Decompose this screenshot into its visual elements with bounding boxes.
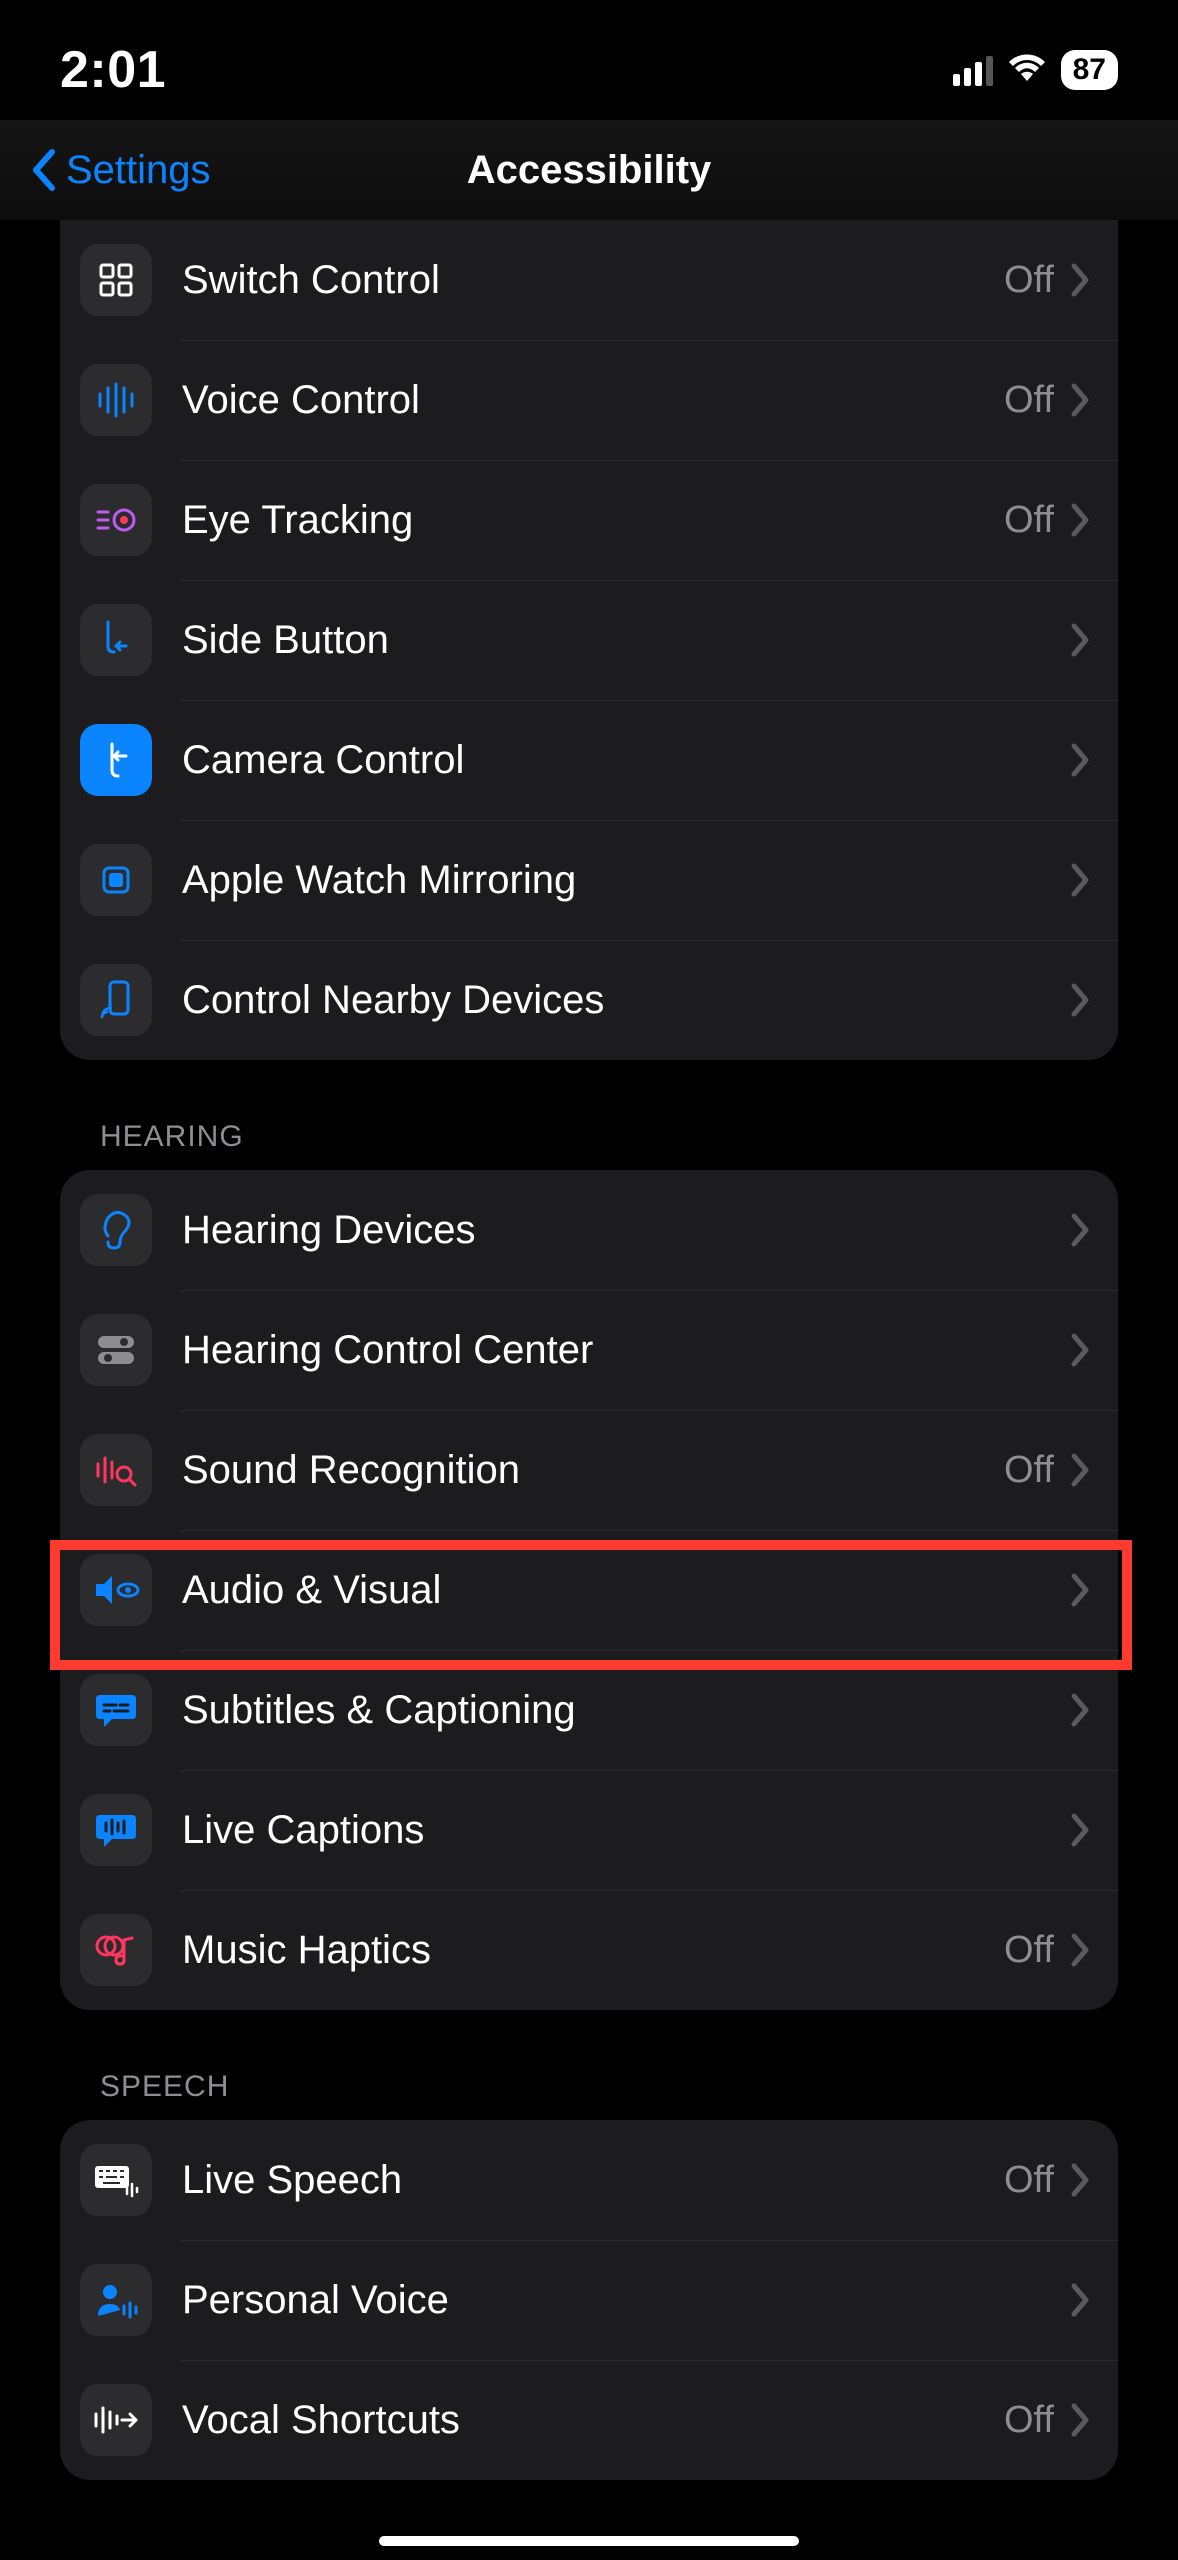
row-label: Control Nearby Devices [182,978,1068,1023]
sound-recognition-icon [80,1434,152,1506]
side-button-icon [80,604,152,676]
row-label: Subtitles & Captioning [182,1688,1068,1733]
live-captions-icon [80,1794,152,1866]
row-label: Camera Control [182,738,1068,783]
hearing-devices-icon [80,1194,152,1266]
battery-indicator: 87 [1061,50,1118,90]
control-nearby-icon [80,964,152,1036]
row-label: Apple Watch Mirroring [182,858,1068,903]
row-value: Off [1004,379,1054,422]
section-speech: Live Speech Off Personal Voice Vocal Sho… [60,2120,1118,2480]
row-vocal-shortcuts[interactable]: Vocal Shortcuts Off [60,2360,1118,2480]
chevron-left-icon [30,148,56,192]
row-label: Audio & Visual [182,1568,1068,1613]
row-value: Off [1004,259,1054,302]
row-camera-control[interactable]: Camera Control [60,700,1118,820]
row-label: Hearing Control Center [182,1328,1068,1373]
personal-voice-icon [80,2264,152,2336]
back-button[interactable]: Settings [30,148,211,193]
live-speech-icon [80,2144,152,2216]
audio-visual-icon [80,1554,152,1626]
chevron-right-icon [1068,1570,1092,1610]
hearing-control-center-icon [80,1314,152,1386]
section-physical-motor: Switch Control Off Voice Control Off Eye… [60,220,1118,1060]
row-label: Sound Recognition [182,1448,1004,1493]
row-switch-control[interactable]: Switch Control Off [60,220,1118,340]
row-label: Side Button [182,618,1068,663]
page-title: Accessibility [467,148,712,193]
cellular-signal-icon [953,54,993,86]
chevron-right-icon [1068,1330,1092,1370]
section-header-speech: SPEECH [100,2070,1118,2104]
row-value: Off [1004,2159,1054,2202]
switch-control-icon [80,244,152,316]
eye-tracking-icon [80,484,152,556]
row-label: Switch Control [182,258,1004,303]
status-indicators: 87 [953,50,1118,90]
row-live-speech[interactable]: Live Speech Off [60,2120,1118,2240]
chevron-right-icon [1068,2160,1092,2200]
chevron-right-icon [1068,860,1092,900]
music-haptics-icon [80,1914,152,1986]
row-label: Live Speech [182,2158,1004,2203]
row-music-haptics[interactable]: Music Haptics Off [60,1890,1118,2010]
row-label: Live Captions [182,1808,1068,1853]
chevron-right-icon [1068,260,1092,300]
chevron-right-icon [1068,1210,1092,1250]
back-label: Settings [66,148,211,193]
row-subtitles-captioning[interactable]: Subtitles & Captioning [60,1650,1118,1770]
chevron-right-icon [1068,1810,1092,1850]
row-label: Hearing Devices [182,1208,1068,1253]
apple-watch-mirroring-icon [80,844,152,916]
chevron-right-icon [1068,740,1092,780]
chevron-right-icon [1068,500,1092,540]
chevron-right-icon [1068,620,1092,660]
row-label: Music Haptics [182,1928,1004,1973]
row-audio-visual[interactable]: Audio & Visual [60,1530,1118,1650]
chevron-right-icon [1068,980,1092,1020]
row-label: Vocal Shortcuts [182,2398,1004,2443]
status-time: 2:01 [60,40,166,100]
home-indicator[interactable] [379,2536,799,2546]
chevron-right-icon [1068,1930,1092,1970]
row-voice-control[interactable]: Voice Control Off [60,340,1118,460]
chevron-right-icon [1068,380,1092,420]
settings-scroll[interactable]: Switch Control Off Voice Control Off Eye… [0,220,1178,2560]
row-hearing-control-center[interactable]: Hearing Control Center [60,1290,1118,1410]
row-hearing-devices[interactable]: Hearing Devices [60,1170,1118,1290]
chevron-right-icon [1068,2280,1092,2320]
row-live-captions[interactable]: Live Captions [60,1770,1118,1890]
section-hearing: Hearing Devices Hearing Control Center S… [60,1170,1118,2010]
row-eye-tracking[interactable]: Eye Tracking Off [60,460,1118,580]
voice-control-icon [80,364,152,436]
status-bar: 2:01 87 [0,0,1178,120]
row-value: Off [1004,1929,1054,1972]
row-control-nearby-devices[interactable]: Control Nearby Devices [60,940,1118,1060]
row-sound-recognition[interactable]: Sound Recognition Off [60,1410,1118,1530]
row-value: Off [1004,1449,1054,1492]
row-label: Voice Control [182,378,1004,423]
row-label: Personal Voice [182,2278,1068,2323]
row-value: Off [1004,2399,1054,2442]
row-apple-watch-mirroring[interactable]: Apple Watch Mirroring [60,820,1118,940]
chevron-right-icon [1068,1450,1092,1490]
row-personal-voice[interactable]: Personal Voice [60,2240,1118,2360]
chevron-right-icon [1068,1690,1092,1730]
row-side-button[interactable]: Side Button [60,580,1118,700]
chevron-right-icon [1068,2400,1092,2440]
nav-header: Settings Accessibility [0,120,1178,220]
row-label: Eye Tracking [182,498,1004,543]
section-header-hearing: HEARING [100,1120,1118,1154]
wifi-icon [1007,53,1047,88]
camera-control-icon [80,724,152,796]
subtitles-icon [80,1674,152,1746]
vocal-shortcuts-icon [80,2384,152,2456]
row-value: Off [1004,499,1054,542]
